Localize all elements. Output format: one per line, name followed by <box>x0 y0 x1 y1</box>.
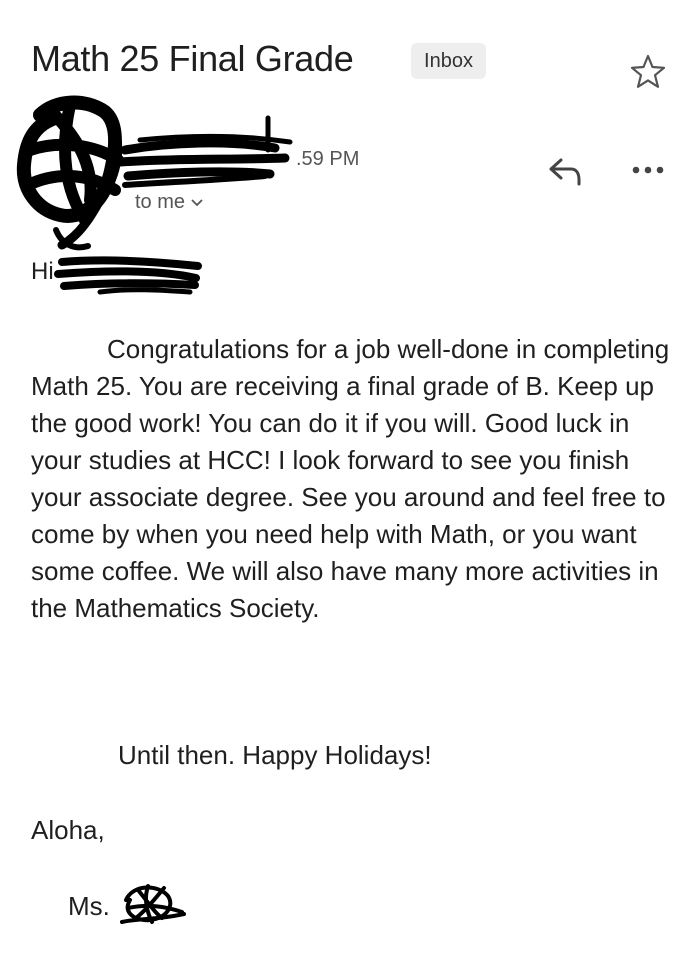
more-horizontal-icon[interactable] <box>628 158 668 182</box>
signoff: Aloha, <box>31 815 105 845</box>
chevron-down-icon <box>191 191 203 214</box>
email-time: .59 PM <box>296 148 360 170</box>
redacted-signature-scribble <box>120 884 186 924</box>
message-body: Congratulations for a job well-done in c… <box>31 334 670 623</box>
recipient-details-toggle[interactable]: to me <box>135 191 203 214</box>
recipient-label: to me <box>135 191 186 213</box>
signature-prefix: Ms. <box>68 891 110 921</box>
reply-icon[interactable] <box>545 154 585 190</box>
message-paragraph: Congratulations for a job well-done in c… <box>31 331 671 627</box>
closing-line: Until then. Happy Holidays! <box>118 740 432 770</box>
greeting: Hi <box>31 258 54 285</box>
